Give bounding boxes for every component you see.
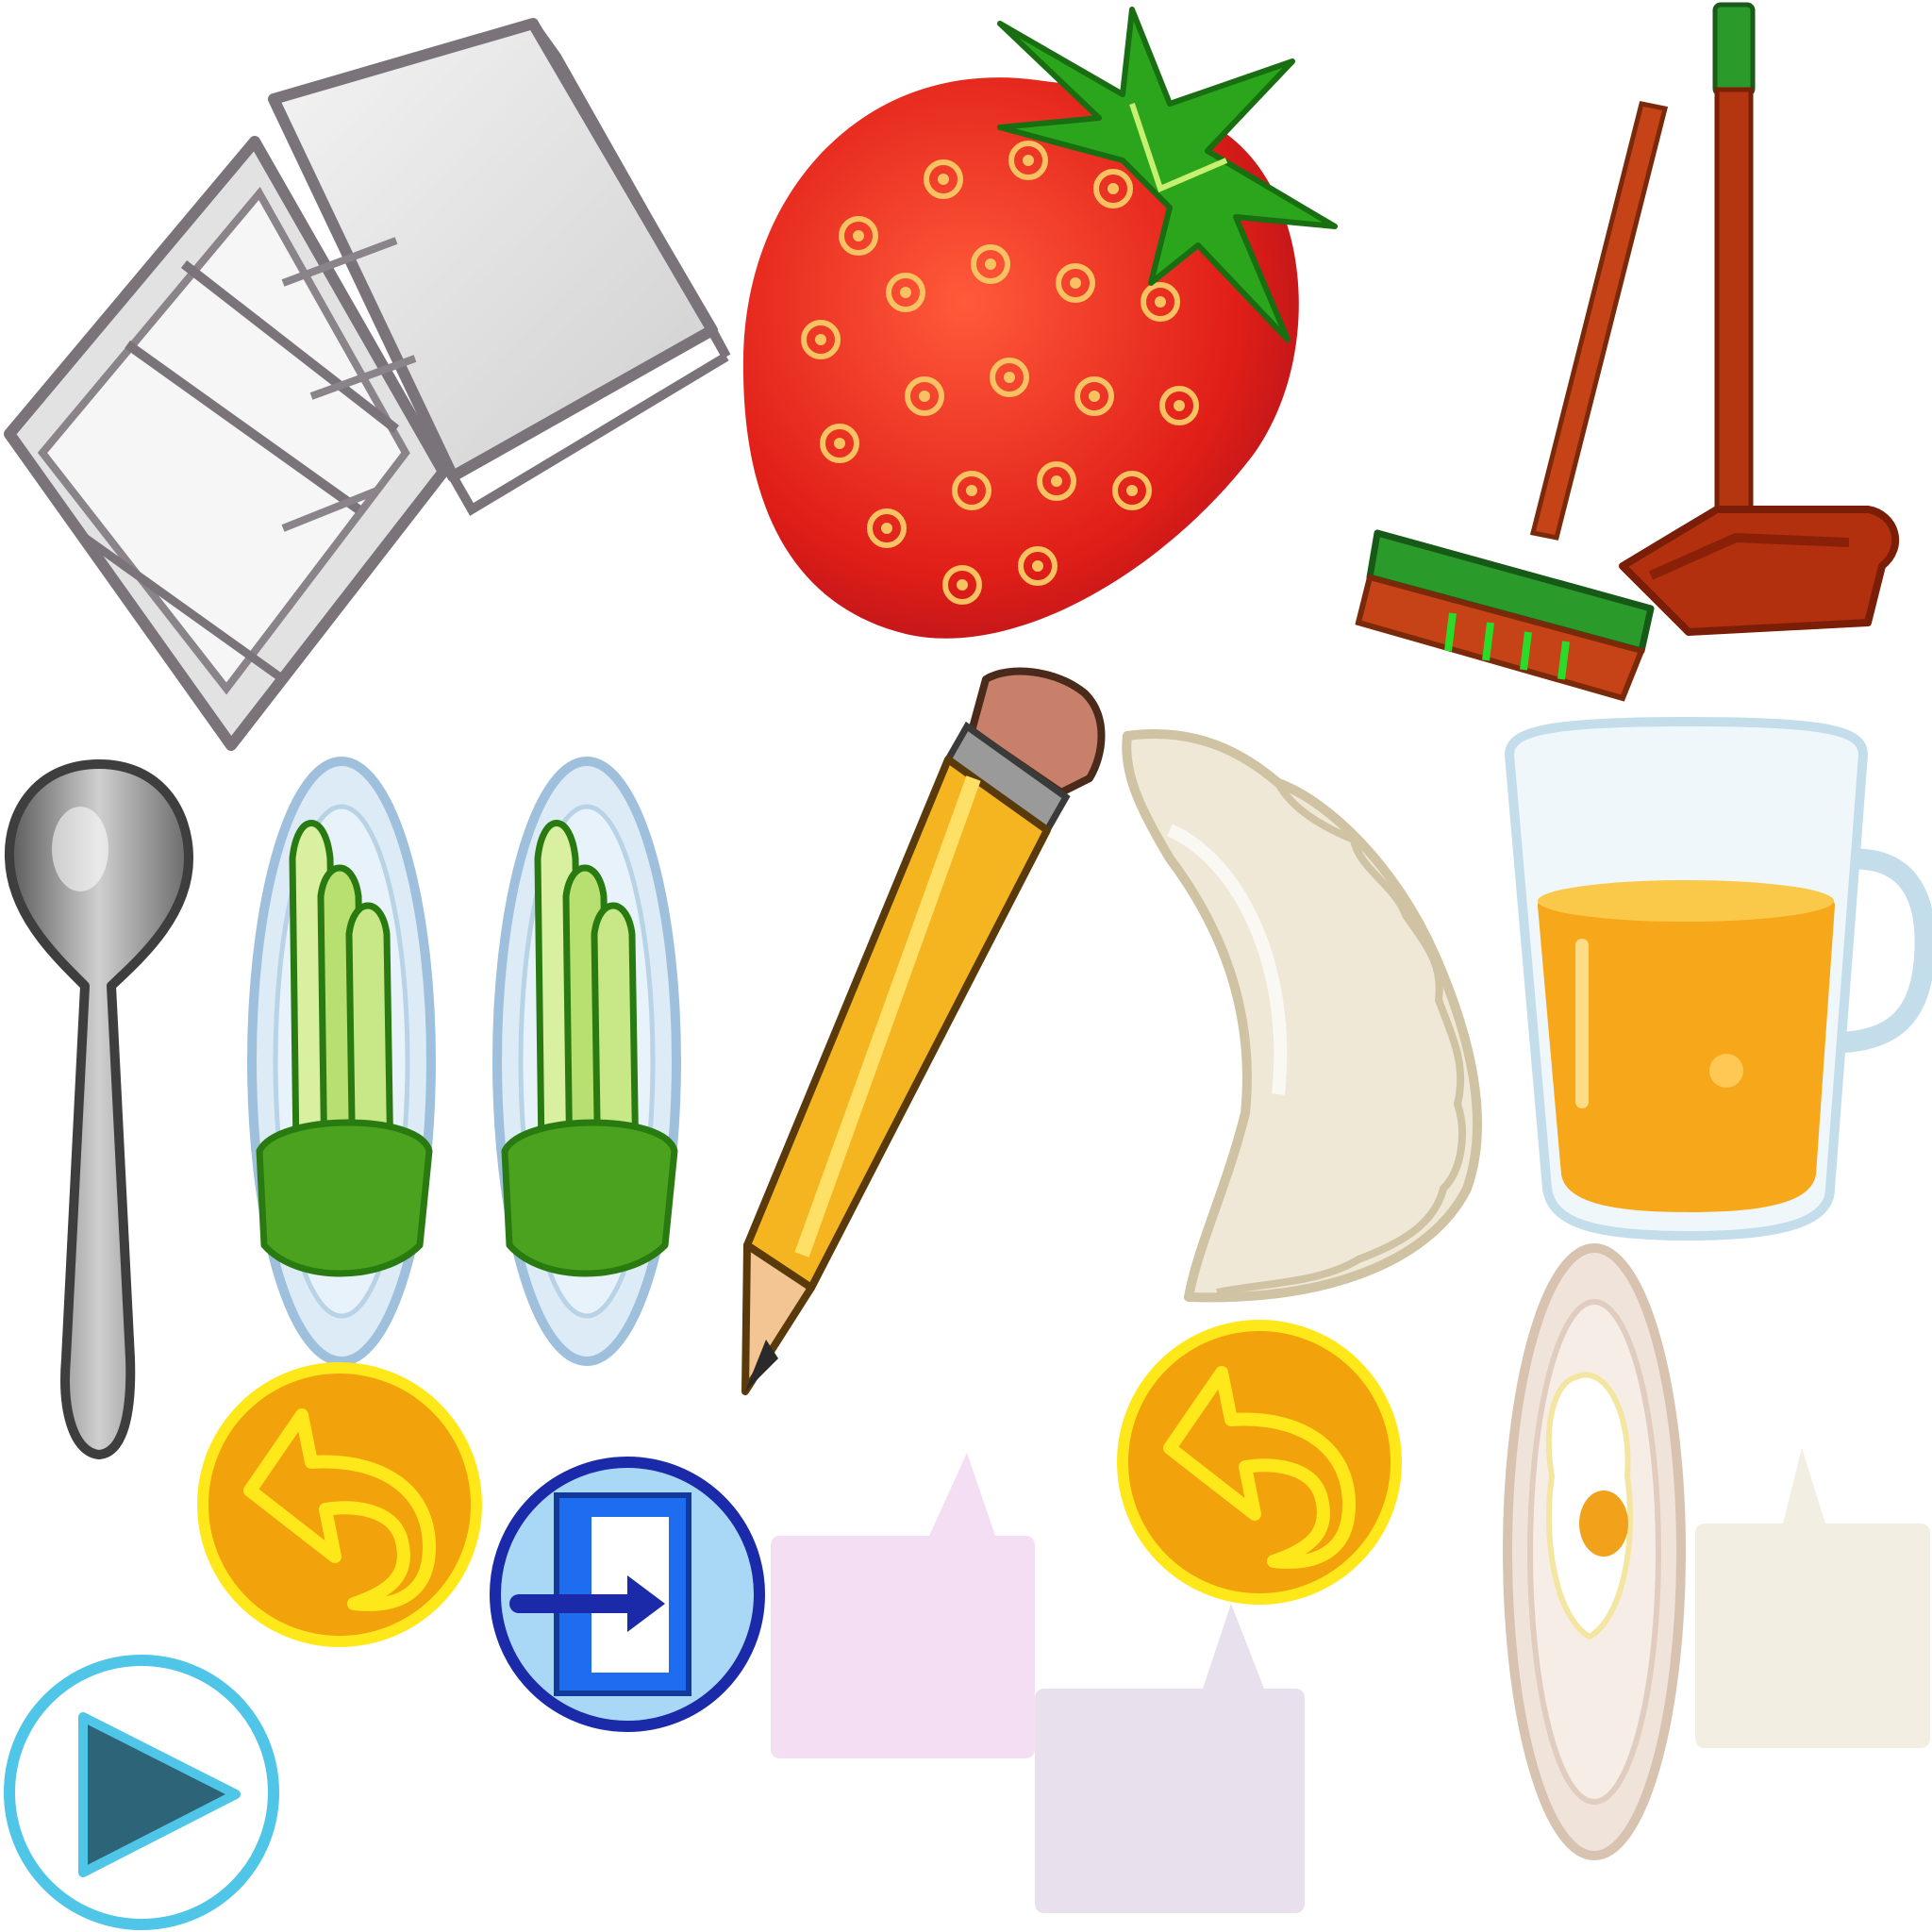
juice-glass-sprite [1500, 712, 1932, 1245]
asparagus-plate-icon [492, 757, 681, 1366]
pencil-sprite [726, 660, 1113, 1415]
play-button[interactable] [0, 1651, 283, 1932]
asparagus-plate-icon [247, 757, 436, 1366]
dumpling-icon [1122, 729, 1483, 1303]
broom-dustpan-sprite [1340, 0, 1906, 717]
speech-bubble-icon [771, 1453, 1035, 1758]
fried-egg-plate-icon [1503, 1243, 1686, 1860]
speech-bubble-icon [1695, 1448, 1930, 1748]
undo-arrow-icon [1117, 1320, 1402, 1605]
undo-button-2[interactable] [1113, 1316, 1406, 1608]
juice-glass-icon [1505, 717, 1932, 1241]
speech-bubble-cream [1693, 1448, 1932, 1750]
exit-door-icon [490, 1457, 765, 1732]
strawberry-sprite [726, 0, 1349, 651]
spoon-sprite [0, 755, 198, 1462]
asparagus-plate-sprite-2 [486, 755, 689, 1368]
broom-and-dustpan-icon [1355, 2, 1900, 702]
asparagus-plate-sprite-1 [241, 755, 443, 1368]
undo-button-1[interactable] [193, 1358, 486, 1651]
fried-egg-plate-sprite [1500, 1241, 1689, 1863]
exit-button[interactable] [486, 1453, 769, 1736]
pencil-icon [741, 667, 1106, 1395]
open-refrigerator-icon [4, 18, 731, 751]
dumpling-sprite [1113, 717, 1500, 1311]
speech-bubble-pink [769, 1453, 1038, 1759]
fridge-sprite [0, 0, 731, 755]
play-triangle-icon [4, 1655, 279, 1930]
spoon-icon [4, 759, 193, 1459]
undo-arrow-icon [197, 1362, 482, 1647]
strawberry-icon [742, 7, 1338, 639]
speech-bubble-lavender [1033, 1604, 1307, 1915]
speech-bubble-icon [1035, 1604, 1305, 1913]
